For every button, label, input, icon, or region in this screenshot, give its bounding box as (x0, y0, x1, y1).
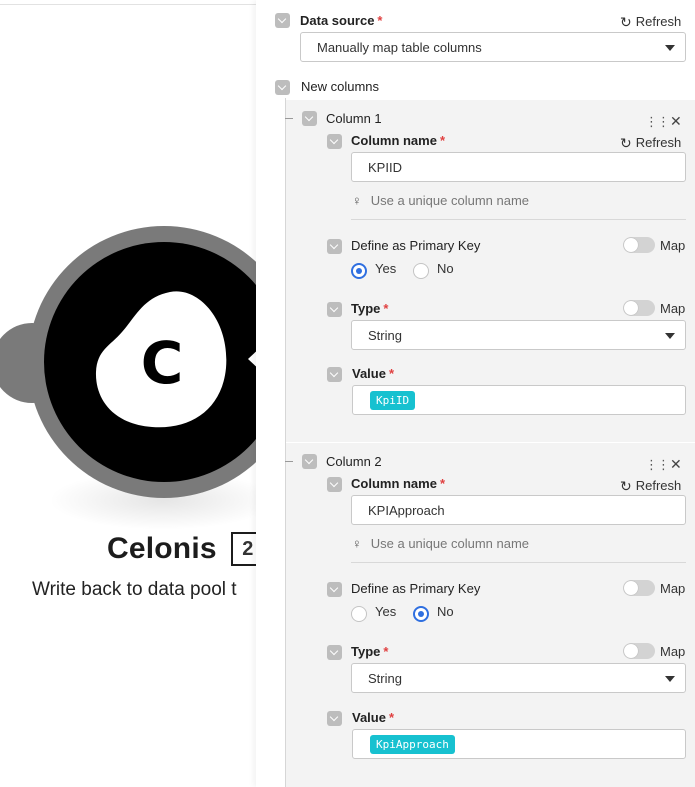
drag-handle-icon[interactable]: ⋮⋮ (645, 458, 670, 471)
column-1-value-input[interactable]: KpiID (352, 385, 686, 415)
column-1-value-label: Value * (352, 366, 395, 381)
required-mark: * (439, 476, 446, 491)
celonis-logo-icon: C (95, 291, 227, 428)
data-source-selected-value: Manually map table columns (317, 39, 482, 55)
column-1-refresh-button[interactable]: ↻ Refresh (620, 135, 681, 150)
data-source-collapse-checkbox[interactable] (275, 13, 290, 28)
column-2-type-checkbox[interactable] (327, 645, 342, 660)
column-2-pk-label: Define as Primary Key (351, 581, 481, 596)
data-source-refresh-button[interactable]: ↻ Refresh (620, 14, 681, 29)
column-1-name-value: KPIID (368, 159, 402, 175)
no-label: No (437, 261, 454, 276)
refresh-icon: ↻ (620, 134, 632, 151)
column-2-value-token[interactable]: KpiApproach (370, 734, 455, 754)
column-1-value-checkbox[interactable] (327, 367, 342, 382)
tree-connector (285, 118, 293, 119)
new-columns-collapse-checkbox[interactable] (275, 80, 290, 95)
column-2-refresh-button[interactable]: ↻ Refresh (620, 478, 681, 493)
column-2-type-label: Type * (351, 644, 389, 659)
module-title: Celonis (107, 532, 217, 565)
refresh-icon: ↻ (620, 477, 632, 494)
celonis-logo-letter: C (141, 329, 184, 397)
column-1-title: Column 1 (326, 111, 382, 126)
column-1-type-select[interactable]: String (351, 320, 686, 350)
hint-text: Use a unique column name (370, 536, 530, 551)
drag-handle-icon[interactable]: ⋮⋮ (645, 115, 670, 128)
canvas-divider (0, 4, 260, 5)
column-1-pk-yes-radio[interactable] (351, 263, 367, 279)
column-1-pk-map-toggle[interactable] (623, 237, 655, 253)
column-1-pk-checkbox[interactable] (327, 239, 342, 254)
data-source-select[interactable]: Manually map table columns (300, 32, 686, 62)
divider (351, 219, 686, 220)
column-1-name-checkbox[interactable] (327, 134, 342, 149)
close-icon[interactable]: ✕ (670, 457, 682, 471)
close-icon[interactable]: ✕ (670, 114, 682, 128)
column-2-collapse-checkbox[interactable] (302, 454, 317, 469)
column-2-name-label: Column name * (351, 476, 446, 491)
map-label: Map (660, 238, 686, 253)
map-label: Map (660, 644, 686, 659)
column-2-value-input[interactable]: KpiApproach (352, 729, 686, 759)
column-1-type-value: String (368, 327, 402, 343)
hint-text: Use a unique column name (370, 193, 530, 208)
chevron-down-icon (665, 333, 675, 339)
chevron-down-icon (665, 676, 675, 682)
data-source-label: Data source * (300, 13, 383, 28)
column-2-pk-yes-radio[interactable] (351, 606, 367, 622)
column-2-type-value: String (368, 670, 402, 686)
required-mark: * (377, 13, 383, 28)
yes-label: Yes (375, 604, 397, 619)
new-columns-label: New columns (301, 79, 380, 94)
column-2-hint: ♀ Use a unique column name (352, 536, 529, 551)
column-2-type-map-toggle[interactable] (623, 643, 655, 659)
module-title-row: Celonis 2 (107, 532, 265, 566)
column-1-value-token[interactable]: KpiID (370, 390, 416, 410)
column-1-collapse-checkbox[interactable] (302, 111, 317, 126)
refresh-icon: ↻ (620, 13, 632, 30)
column-1-name-input[interactable]: KPIID (351, 152, 686, 182)
column-1-pk-no-radio[interactable] (413, 263, 429, 279)
column-2-name-checkbox[interactable] (327, 477, 342, 492)
lightbulb-icon: ♀ (352, 193, 362, 208)
column-2-value-checkbox[interactable] (327, 711, 342, 726)
column-2-title: Column 2 (326, 454, 382, 469)
refresh-label: Refresh (635, 135, 682, 150)
lightbulb-icon: ♀ (352, 536, 362, 551)
required-mark: * (383, 644, 389, 659)
column-1-type-label: Type * (351, 301, 389, 316)
column-1-name-label: Column name * (351, 133, 446, 148)
column-2-value-label: Value * (352, 710, 395, 725)
map-label: Map (660, 301, 686, 316)
module-settings-panel: Data source * ↻ Refresh Manually map tabl… (256, 0, 695, 787)
column-2-name-input[interactable]: KPIApproach (351, 495, 686, 525)
column-1-pk-label: Define as Primary Key (351, 238, 481, 253)
column-1-type-checkbox[interactable] (327, 302, 342, 317)
required-mark: * (388, 710, 395, 725)
column-2-type-select[interactable]: String (351, 663, 686, 693)
column-2-pk-no-radio[interactable] (413, 606, 429, 622)
yes-label: Yes (375, 261, 397, 276)
chevron-down-icon (665, 45, 675, 51)
divider (351, 562, 686, 563)
module-subtitle: Write back to data pool t (32, 579, 237, 600)
no-label: No (437, 604, 454, 619)
column-1-type-map-toggle[interactable] (623, 300, 655, 316)
column-2-pk-checkbox[interactable] (327, 582, 342, 597)
column-2-name-value: KPIApproach (368, 502, 445, 518)
refresh-label: Refresh (635, 478, 682, 493)
refresh-label: Refresh (635, 14, 682, 29)
tree-connector (285, 461, 293, 462)
required-mark: * (383, 301, 389, 316)
map-label: Map (660, 581, 686, 596)
column-1-hint: ♀ Use a unique column name (352, 193, 529, 208)
column-2-pk-map-toggle[interactable] (623, 580, 655, 596)
required-mark: * (439, 133, 446, 148)
required-mark: * (388, 366, 395, 381)
